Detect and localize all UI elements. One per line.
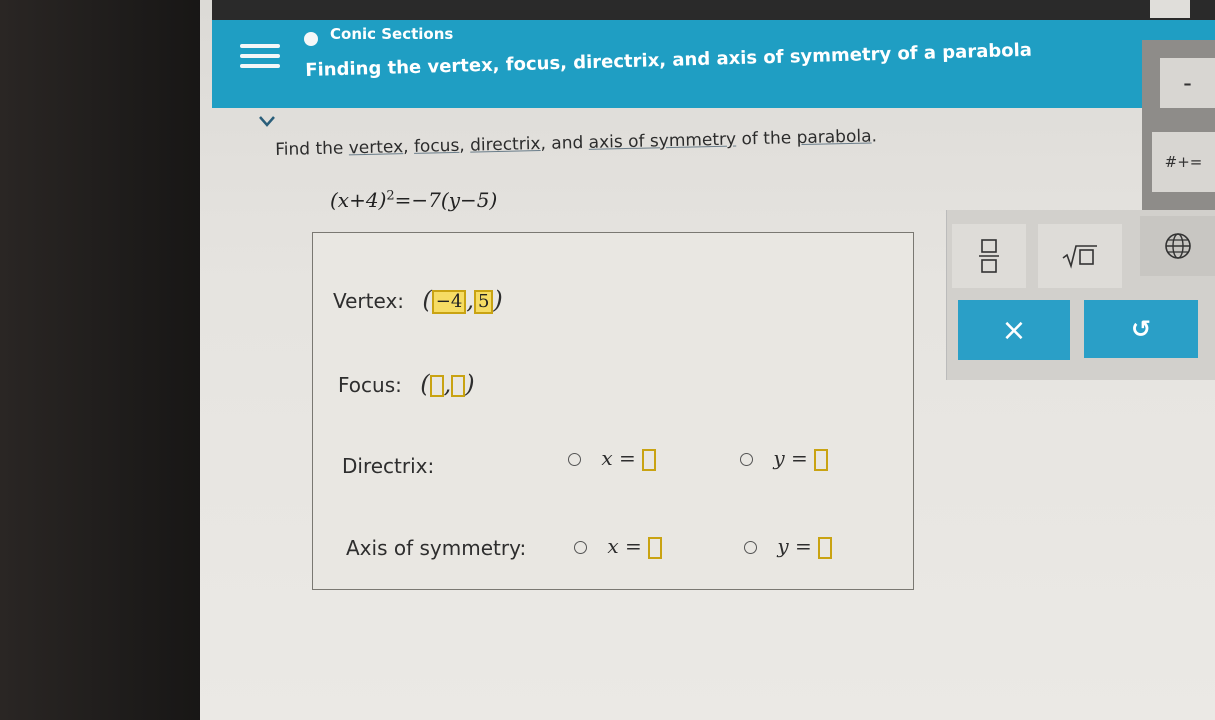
vertex-answer: (−4, 5)	[422, 286, 503, 314]
menu-icon-line	[240, 64, 280, 68]
focus-answer: (,)	[420, 370, 475, 398]
undo-icon: ↺	[1130, 315, 1152, 343]
prompt-text: Find the	[275, 138, 349, 160]
side-tab-top[interactable]	[1150, 0, 1190, 18]
header-top-strip	[212, 0, 1215, 20]
fraction-key[interactable]	[952, 224, 1026, 288]
vertex-y-input[interactable]: 5	[473, 289, 494, 314]
vertex-x-input[interactable]: −4	[431, 289, 467, 314]
square-root-icon	[1062, 245, 1097, 269]
glossary-link-axis-of-symmetry[interactable]: axis of symmetry	[588, 130, 736, 153]
axis-label: Axis of symmetry:	[346, 536, 527, 560]
prompt-text: , and	[540, 132, 589, 154]
equation-left: (x+4)	[330, 188, 387, 212]
axis-y-radio[interactable]	[744, 541, 757, 554]
vertex-separator: ,	[466, 286, 474, 314]
vertex-label: Vertex:	[333, 289, 405, 313]
axis-option-y[interactable]: y =	[744, 534, 833, 559]
axis-row: Axis of symmetry:	[346, 536, 526, 560]
globe-key[interactable]	[1140, 216, 1215, 276]
axis-y-input[interactable]	[818, 536, 833, 559]
directrix-label: Directrix:	[342, 454, 435, 478]
fraction-icon	[979, 239, 999, 273]
directrix-option-x[interactable]: x =	[568, 446, 657, 471]
glossary-link-vertex[interactable]: vertex	[349, 137, 404, 158]
prompt-text: ,	[402, 136, 415, 158]
side-tab-symbols[interactable]: #+=	[1152, 132, 1215, 192]
focus-y-input[interactable]	[451, 374, 466, 397]
axis-x-eq: x =	[607, 534, 642, 558]
focus-label: Focus:	[338, 373, 402, 397]
chevron-down-icon[interactable]	[258, 112, 276, 130]
directrix-x-radio[interactable]	[568, 453, 581, 466]
undo-button[interactable]: ↺	[1084, 300, 1198, 358]
close-icon: ×	[1001, 312, 1027, 348]
axis-option-x[interactable]: x =	[574, 534, 663, 559]
parabola-equation: (x+4)2=−7(y−5)	[330, 188, 497, 212]
glossary-link-directrix[interactable]: directrix	[470, 134, 541, 156]
axis-y-eq: y =	[777, 534, 812, 558]
axis-x-radio[interactable]	[574, 541, 587, 554]
side-tab-minus[interactable]: –	[1160, 58, 1215, 108]
focus-x-input[interactable]	[429, 374, 444, 397]
equation-right: =−7(y−5)	[394, 188, 498, 212]
directrix-y-input[interactable]	[814, 448, 829, 471]
symbols-label: #+=	[1164, 153, 1203, 171]
prompt-text: ,	[459, 135, 471, 156]
menu-icon-line	[240, 44, 280, 48]
vertex-row: Vertex: (−4, 5)	[333, 286, 503, 314]
minus-icon: –	[1183, 73, 1192, 93]
focus-separator: ,	[443, 370, 452, 398]
square-root-key[interactable]	[1038, 224, 1122, 288]
axis-x-input[interactable]	[648, 536, 663, 559]
globe-icon	[1164, 233, 1191, 259]
directrix-option-y[interactable]: y =	[740, 446, 829, 471]
clear-button[interactable]: ×	[958, 300, 1070, 360]
directrix-y-radio[interactable]	[740, 453, 753, 466]
prompt-text: of the	[735, 128, 797, 150]
topic-title: Conic Sections	[330, 25, 454, 43]
glossary-link-focus[interactable]: focus	[414, 136, 460, 157]
directrix-y-eq: y =	[773, 446, 808, 470]
topic-indicator-icon	[304, 32, 318, 46]
menu-button[interactable]	[240, 38, 280, 74]
directrix-x-eq: x =	[601, 446, 636, 470]
focus-row: Focus: (,)	[338, 370, 475, 398]
menu-icon-line	[240, 54, 280, 58]
prompt-text: .	[871, 126, 878, 147]
glossary-link-parabola[interactable]: parabola	[796, 126, 871, 148]
equation-exponent: 2	[386, 188, 395, 204]
directrix-x-input[interactable]	[642, 448, 657, 471]
